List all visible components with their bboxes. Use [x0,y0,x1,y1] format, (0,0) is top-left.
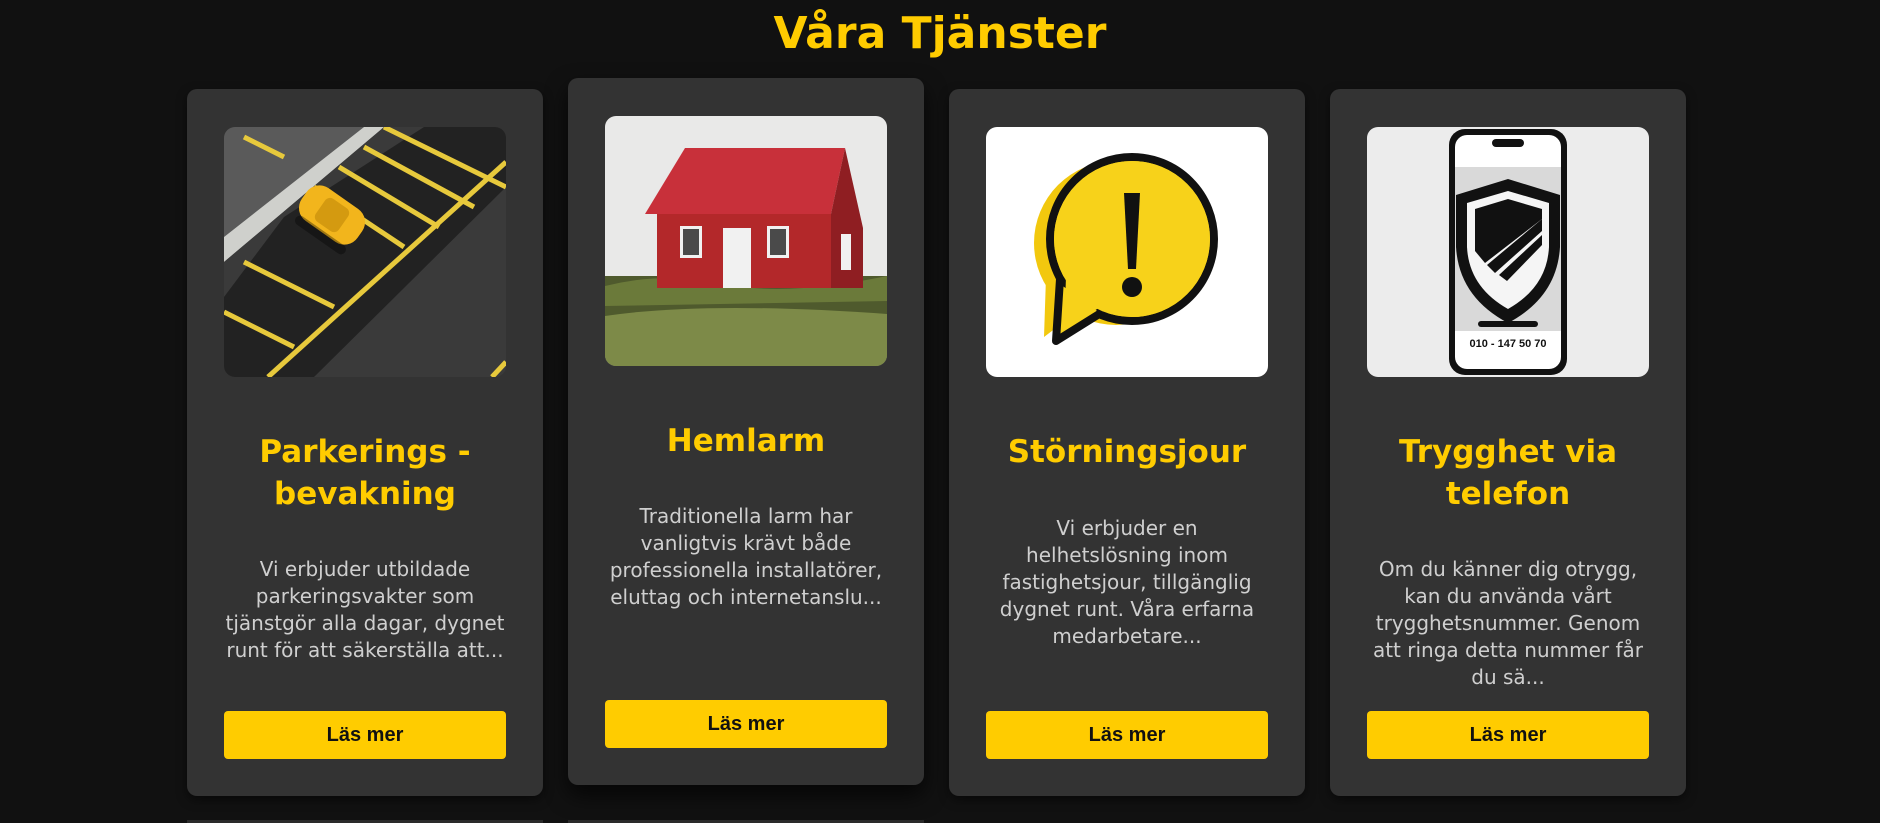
card-description: Vi erbjuder utbildade parkeringsvakter s… [225,557,505,662]
card-description: Traditionella larm har vanligtvis krävt … [609,504,883,609]
parking-garage-image [224,127,506,377]
card-description: Om du känner dig otrygg, kan du använda … [1372,557,1644,689]
section-title: Våra Tjänster [773,8,1107,59]
service-card-home-alarm: Hemlarm Traditionella larm har vanligtvi… [568,78,924,785]
phone-number-text: 010 - 147 50 70 [1469,338,1546,350]
card-title: Störningsjour [1007,434,1247,470]
read-more-button[interactable]: Läs mer [1367,711,1649,759]
red-house-image [605,116,887,366]
card-description: Vi erbjuder en helhetslösning inom fasti… [999,516,1255,648]
exclamation-bubble-icon [986,127,1268,377]
read-more-button[interactable]: Läs mer [605,700,887,748]
card-title: Trygghet via telefon [1398,434,1618,512]
card-title: Parkerings - bevakning [259,434,471,512]
service-card-parking: Parkerings - bevakning Vi erbjuder utbil… [187,89,543,796]
read-more-button[interactable]: Läs mer [986,711,1268,759]
phone-shield-icon: 010 - 147 50 70 [1367,127,1649,377]
service-card-disturbance: Störningsjour Vi erbjuder en helhetslösn… [949,89,1305,796]
service-card-phone-safety: 010 - 147 50 70 Trygghet via telefon Om … [1330,89,1686,796]
read-more-button[interactable]: Läs mer [224,711,506,759]
card-title: Hemlarm [666,423,826,459]
